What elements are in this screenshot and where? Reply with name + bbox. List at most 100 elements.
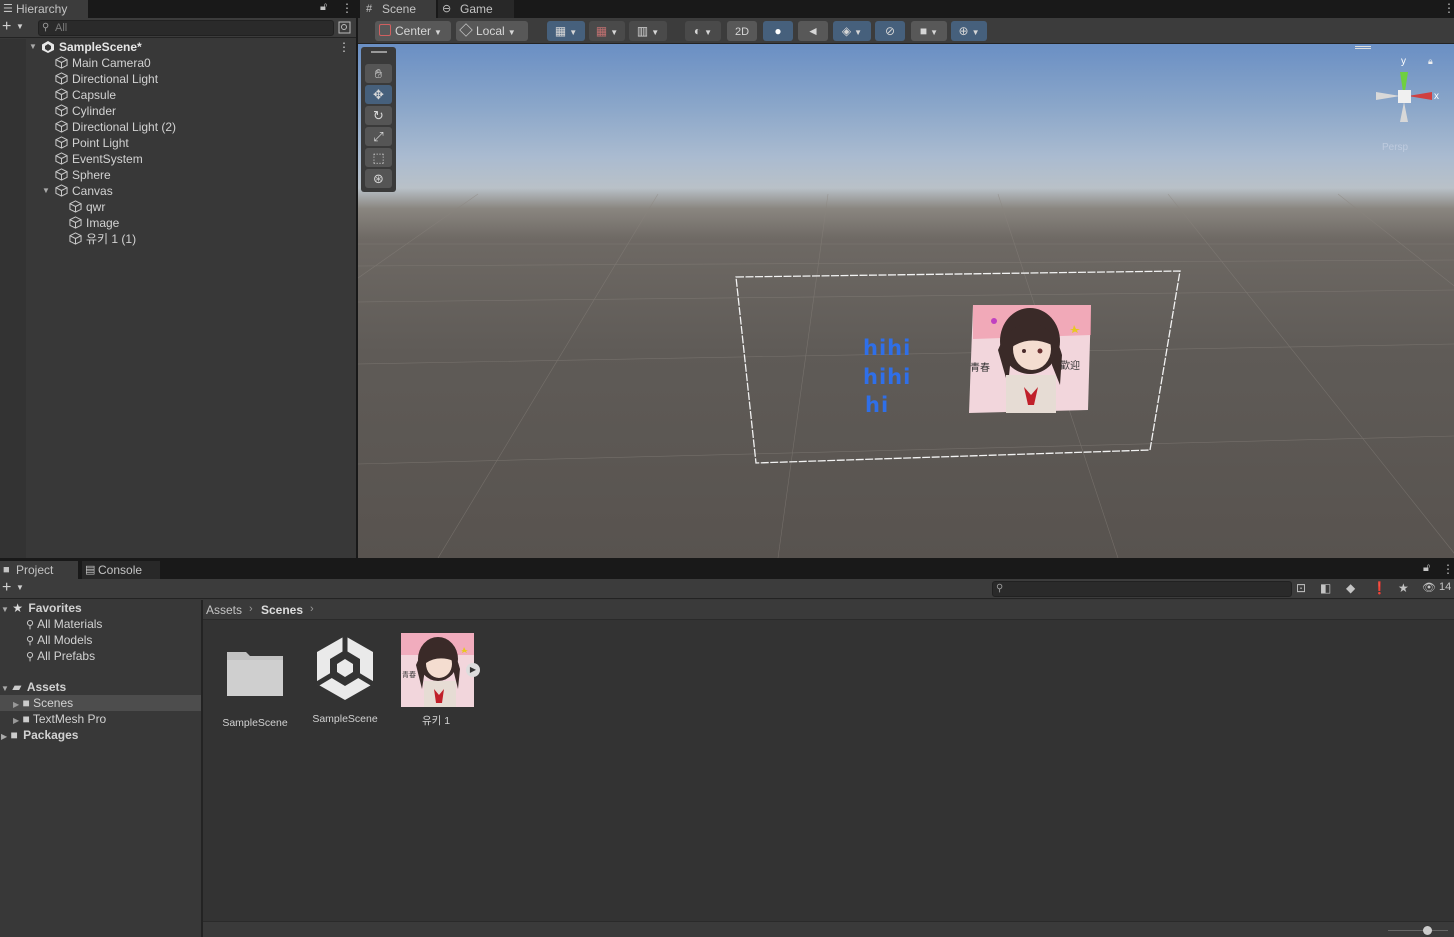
asset-samplescene-scene[interactable]: SampleScene [305,633,385,725]
icon-size-slider-thumb[interactable] [1423,926,1432,935]
audio-toggle[interactable]: ◄ [798,21,828,41]
hierarchy-item-6[interactable]: EventSystem [55,151,143,167]
expand-play-icon[interactable]: ▶ [466,663,480,677]
tab-console[interactable]: ▤ Console [82,561,160,579]
scene-kebab-menu-icon[interactable]: ⋮ [1443,1,1454,15]
favorite-item-1[interactable]: ⚲ All Models [26,632,92,648]
camera-settings-dropdown[interactable]: ■ ▼ [911,21,947,41]
canvas-text-line-3[interactable]: hi [865,393,889,417]
hand-tool-button[interactable]: ✋︎ [365,64,392,83]
tab-project[interactable]: ■ Project [0,561,78,579]
hierarchy-item-0[interactable]: Main Camera0 [55,55,151,71]
canvas-image-anime-girl[interactable]: 青春 歡迎 [968,305,1092,415]
rect-tool-button[interactable]: ⬚ [365,148,392,167]
asset-label: SampleScene [222,717,288,729]
hierarchy-item-4[interactable]: Directional Light (2) [55,119,176,135]
scene-viewport[interactable]: ✋︎ ✥ ↻ ⤢ ⬚ ⊛ hihi hihi hi 青春 歡迎 y x Pers… [358,44,1454,558]
hierarchy-item-7[interactable]: Sphere [55,167,111,183]
lock-icon[interactable]: 🔓︎ [320,1,327,14]
hierarchy-item-5[interactable]: Point Light [55,135,129,151]
lighting-toggle[interactable]: ● [763,21,793,41]
hierarchy-item-label: Directional Light [72,72,159,86]
ruler-snap-button[interactable]: ▥ ▼ [629,21,667,41]
expanded-arrow-icon[interactable]: ▼ [1,684,9,693]
breadcrumb-assets[interactable]: Assets [206,603,242,617]
drag-handle-icon[interactable] [371,51,387,53]
project-lock-icon[interactable]: 🔓︎ [1423,562,1430,575]
space-local-dropdown[interactable]: Local ▼ [456,21,528,41]
search-scope-icon[interactable]: ⊡ [1296,581,1306,595]
favorites-row[interactable]: ▼ ★ Favorites [0,600,82,616]
chevron-down-icon: ▼ [434,28,442,37]
scene-visibility-toggle[interactable]: ⊘ [875,21,905,41]
move-tool-button[interactable]: ✥ [365,85,392,104]
icon-size-slider-track[interactable] [1388,930,1448,931]
packages-row[interactable]: ▶ ■ Packages [0,727,78,743]
hierarchy-search-input[interactable]: ⚲ All [38,20,334,36]
tab-hierarchy[interactable]: ☰ Hierarchy [0,0,88,18]
asset-folder-1[interactable]: ▶ ■ TextMesh Pro [0,711,201,727]
collapsed-arrow-icon[interactable]: ▶ [13,700,19,709]
assets-row[interactable]: ▼ ▰ Assets [0,679,66,695]
collapsed-arrow-icon[interactable]: ▶ [13,716,19,725]
tab-scene[interactable]: # Scene [360,0,436,18]
expanded-arrow-icon[interactable]: ▼ [1,605,9,614]
image-thumbnail: 青春 [401,633,475,707]
canvas-child-item-1[interactable]: Image [69,215,119,231]
pivot-center-dropdown[interactable]: Center ▼ [375,21,451,41]
filter-by-label-icon[interactable]: ◆ [1346,581,1355,595]
gameobject-cube-icon [55,152,68,165]
expanded-arrow-icon[interactable]: ▼ [42,183,50,199]
canvas-text-line-2[interactable]: hihi [863,365,911,389]
project-search-input[interactable]: ⚲ [992,581,1292,597]
add-icon[interactable]: + [2,18,11,36]
gizmos-dropdown[interactable]: ⊕ ▼ [951,21,987,41]
expanded-arrow-icon[interactable]: ▼ [29,39,37,55]
breadcrumb-scenes[interactable]: Scenes [261,603,303,617]
project-kebab-menu-icon[interactable]: ⋮ [1442,562,1454,576]
asset-yuki-image[interactable]: 青春 ▶ 유키 1 [396,633,480,728]
gizmo-x-label: x [1434,91,1439,102]
gizmo-lock-icon[interactable]: 🔒︎ [1428,56,1433,67]
snap-increment-button[interactable]: ▦ ▼ [589,21,625,41]
tab-game[interactable]: ⊖ Game [438,0,514,18]
draw-mode-dropdown[interactable]: ◐ ▼ [685,21,721,41]
chevron-down-icon[interactable]: ▼ [16,20,24,34]
create-add-icon[interactable]: + [2,579,11,597]
log-types-icon[interactable]: ❗ [1372,581,1387,595]
search-filter-icon[interactable] [338,21,351,34]
hierarchy-item-1[interactable]: Directional Light [55,71,158,87]
orientation-gizmo[interactable]: y x Persp [1368,52,1448,152]
gameobject-cube-icon [55,104,68,117]
filter-by-type-icon[interactable]: ◧ [1320,581,1331,595]
grid-toggle-button[interactable]: ▦ ▼ [547,21,585,41]
transform-tool-button[interactable]: ⊛ [365,169,392,188]
hierarchy-gutter [0,39,26,558]
kebab-menu-icon[interactable]: ⋮ [341,1,353,15]
favorite-item-2[interactable]: ⚲ All Prefabs [26,648,95,664]
mode-2d-button[interactable]: 2D [727,21,757,41]
asset-folder-0[interactable]: ▶ ■ Scenes [0,695,201,711]
favorite-item-0[interactable]: ⚲ All Materials [26,616,102,632]
canvas-child-item-0[interactable]: qwr [69,199,105,215]
effects-dropdown[interactable]: ◈ ▼ [833,21,871,41]
overlay-handle-icon[interactable] [1355,46,1371,49]
hierarchy-item-3[interactable]: Cylinder [55,103,116,119]
project-panel: ■ Project ▤ Console 🔓︎ ⋮ + ▼ ⚲ ⊡ ◧ ◆ ❗ ★… [0,561,1454,937]
canvas-child-item-2[interactable]: 유키 1 (1) [69,231,136,247]
rotate-tool-button[interactable]: ↻ [365,106,392,125]
favorite-star-icon[interactable]: ★ [1398,581,1409,595]
hidden-packages-eye-icon[interactable]: 👁︎ [1422,581,1436,594]
scale-tool-button[interactable]: ⤢ [365,127,392,146]
asset-samplescene-folder[interactable]: SampleScene [215,640,295,729]
chevron-down-icon[interactable]: ▼ [16,581,24,595]
scene-root-row[interactable]: ▼ SampleScene* ⋮ [26,39,356,55]
chevron-down-icon: ▼ [507,28,516,37]
hierarchy-item-2[interactable]: Capsule [55,87,116,103]
collapsed-arrow-icon[interactable]: ▶ [1,732,7,741]
canvas-text-line-1[interactable]: hihi [863,336,911,360]
console-icon: ▤ [85,564,96,576]
gizmo-persp-label[interactable]: Persp [1382,142,1409,152]
scene-menu-icon[interactable]: ⋮ [338,39,350,55]
hierarchy-item-8[interactable]: ▼ Canvas [42,183,113,199]
